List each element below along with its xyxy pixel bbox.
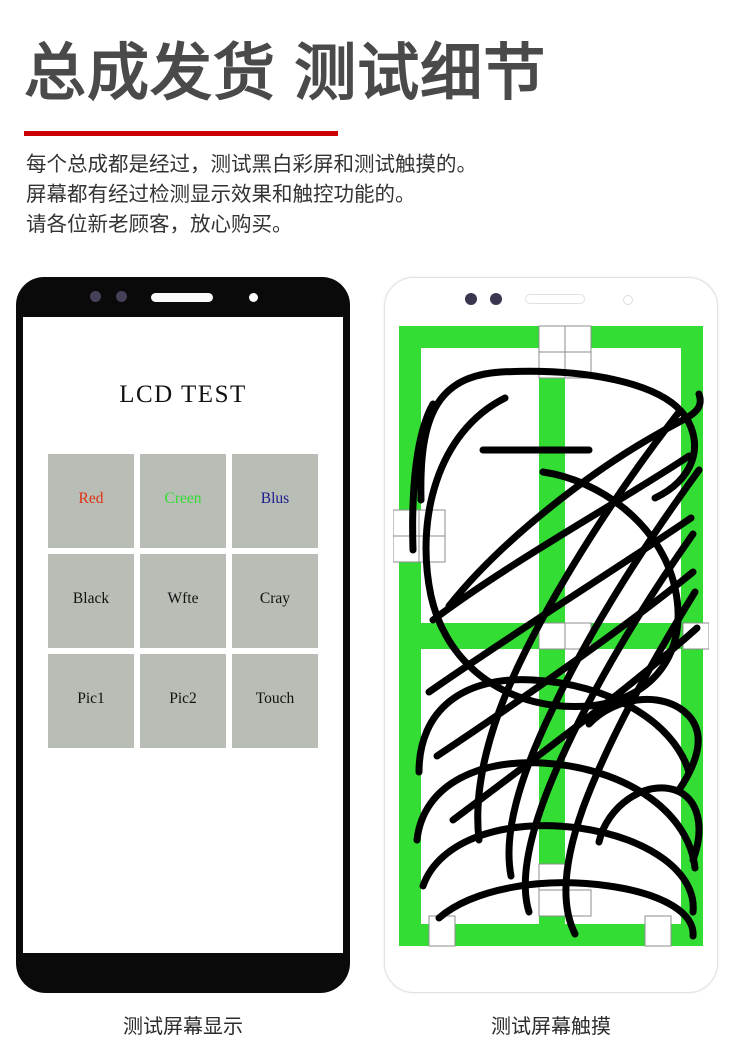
lcd-test-button-label: Creen	[164, 490, 202, 507]
lcd-test-button-green[interactable]: Creen	[140, 454, 226, 548]
lcd-test-button-label: Touch	[255, 690, 295, 707]
lcd-test-button-pic2[interactable]: Pic2	[140, 654, 226, 748]
phone-display-bezel-top	[16, 277, 350, 315]
caption-display-test: 测试屏幕显示	[123, 1016, 243, 1038]
caption-touch-test: 测试屏幕触摸	[491, 1016, 611, 1038]
lcd-test-screen: LCD TEST Red Creen Blus Black Wfte Cray …	[23, 317, 343, 953]
lcd-test-button-label: Cray	[259, 590, 291, 607]
touch-test-screen[interactable]	[393, 320, 709, 952]
lcd-test-button-grid: Red Creen Blus Black Wfte Cray Pic1 Pic2…	[48, 454, 318, 748]
caption-row: 测试屏幕显示 测试屏幕触摸	[0, 1010, 750, 1050]
lcd-test-button-pic1[interactable]: Pic1	[48, 654, 134, 748]
phone-display-test: LCD TEST Red Creen Blus Black Wfte Cray …	[16, 277, 350, 993]
intro-text-block: 每个总成都是经过，测试黑白彩屏和测试触摸的。 屏幕都有经过检测显示效果和触控功能…	[26, 150, 646, 240]
proximity-sensor-icon	[465, 293, 477, 305]
light-sensor-icon	[116, 291, 127, 302]
intro-line-3: 请各位新老顾客，放心购买。	[26, 213, 293, 236]
lcd-test-button-black[interactable]: Black	[48, 554, 134, 648]
lcd-test-button-touch[interactable]: Touch	[232, 654, 318, 748]
touch-test-pattern	[393, 320, 709, 952]
earpiece-speaker-icon	[151, 293, 213, 302]
earpiece-speaker-icon	[525, 294, 585, 304]
lcd-test-button-label: Pic2	[169, 690, 197, 707]
lcd-test-button-blue[interactable]: Blus	[232, 454, 318, 548]
lcd-test-button-label: Pic1	[77, 690, 105, 707]
phone-comparison-row: LCD TEST Red Creen Blus Black Wfte Cray …	[0, 277, 750, 997]
phone-touch-test	[384, 277, 718, 993]
intro-line-1: 每个总成都是经过，测试黑白彩屏和测试触摸的。	[26, 153, 477, 176]
page-title: 总成发货 测试细节	[24, 39, 547, 108]
lcd-test-button-gray[interactable]: Cray	[232, 554, 318, 648]
light-sensor-icon	[490, 293, 502, 305]
front-camera-icon	[623, 295, 633, 305]
lcd-test-button-label: Black	[72, 590, 110, 607]
lcd-test-button-label: Red	[78, 490, 104, 507]
lcd-test-button-label: Wfte	[167, 590, 199, 607]
front-camera-icon	[249, 293, 258, 302]
lcd-test-title: LCD TEST	[119, 381, 247, 408]
title-underline-rule	[24, 131, 338, 136]
intro-line-2: 屏幕都有经过检测显示效果和触控功能的。	[26, 183, 416, 206]
lcd-test-button-white[interactable]: Wfte	[140, 554, 226, 648]
lcd-test-button-red[interactable]: Red	[48, 454, 134, 548]
lcd-test-button-label: Blus	[260, 490, 290, 507]
proximity-sensor-icon	[90, 291, 101, 302]
